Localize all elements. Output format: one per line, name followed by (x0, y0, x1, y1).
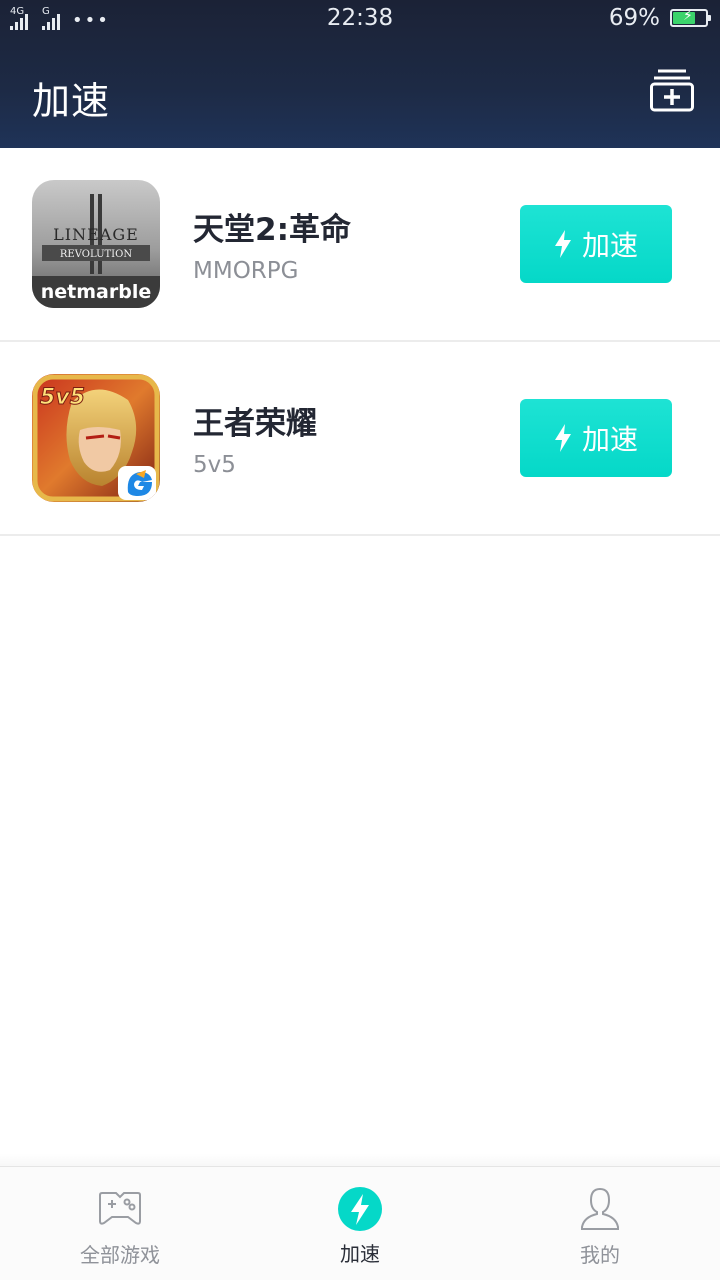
bottom-tab-bar: 全部游戏 加速 我的 (0, 1153, 720, 1281)
user-icon (581, 1187, 619, 1230)
icon-text-5v5: 5v5 (40, 385, 85, 410)
add-game-button[interactable] (650, 68, 694, 112)
game-row-lineage[interactable]: LINEAGE REVOLUTION netmarble 天堂2:革命 MMOR… (0, 148, 720, 342)
honor-of-kings-icon[interactable]: 5v5 (32, 374, 160, 502)
tab-boost[interactable]: 加速 (240, 1167, 480, 1281)
add-game-icon (650, 69, 694, 112)
lineage2-revolution-icon[interactable]: LINEAGE REVOLUTION netmarble (32, 180, 160, 308)
boost-button-label: 加速 (581, 423, 638, 456)
game-name: 王者荣耀 (193, 406, 317, 442)
battery-icon: ⚡ (670, 8, 711, 27)
boost-button[interactable]: 加速 (520, 399, 672, 477)
status-right: 69% ⚡ (608, 5, 711, 31)
lightning-icon (554, 230, 571, 258)
boost-button-label: 加速 (581, 229, 638, 262)
tab-label: 我的 (580, 1243, 620, 1267)
game-list: LINEAGE REVOLUTION netmarble 天堂2:革命 MMOR… (0, 148, 720, 536)
tab-mine[interactable]: 我的 (480, 1167, 720, 1281)
battery-percent: 69% (608, 5, 660, 31)
icon-text-revolution: REVOLUTION (60, 249, 132, 260)
icon-text-netmarble: netmarble (41, 281, 151, 303)
boost-button[interactable]: 加速 (520, 205, 672, 283)
game-genre: MMORPG (193, 258, 299, 284)
game-genre: 5v5 (193, 452, 236, 478)
status-bar: 4G G ••• 22:38 69% ⚡ (0, 0, 720, 38)
game-name: 天堂2:革命 (193, 212, 351, 248)
game-row-honor-of-kings[interactable]: 5v5 王者荣耀 5v5 加速 (0, 342, 720, 536)
gamepad-icon (99, 1192, 141, 1225)
icon-text-lineage: LINEAGE (53, 225, 139, 244)
tab-label: 加速 (340, 1242, 380, 1266)
page-title: 加速 (32, 79, 111, 123)
lightning-icon (338, 1187, 382, 1231)
charging-icon: ⚡ (683, 8, 693, 24)
lightning-icon (554, 424, 571, 452)
tab-all-games[interactable]: 全部游戏 (0, 1167, 240, 1281)
app-header: 4G G ••• 22:38 69% ⚡ 加速 (0, 0, 720, 148)
tab-label: 全部游戏 (80, 1243, 160, 1267)
